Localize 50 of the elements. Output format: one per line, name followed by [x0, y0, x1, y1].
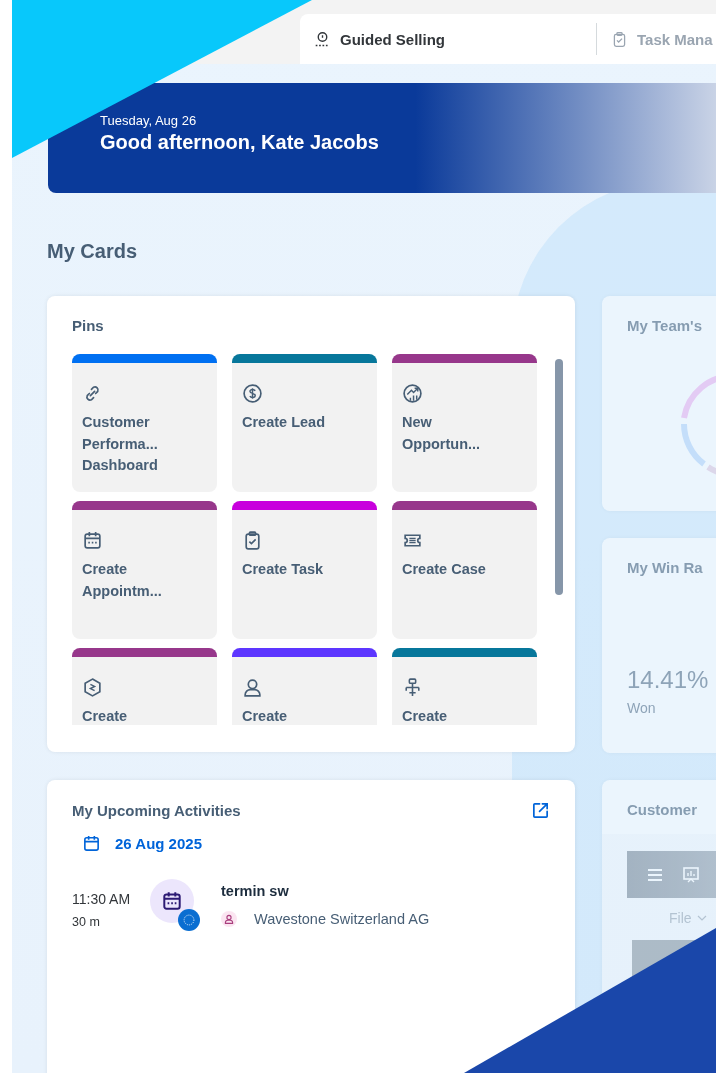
tab[interactable]: Guided Selling	[300, 30, 596, 48]
calendar-icon	[82, 834, 101, 853]
chevron-down-icon	[696, 913, 707, 923]
card-title: Customer	[627, 801, 698, 818]
pin-tile[interactable]: Create	[232, 648, 377, 725]
clipboard-icon	[611, 30, 628, 48]
pin-label: New Opportun...	[402, 413, 482, 454]
pin-tile[interactable]: Create Case	[392, 501, 537, 639]
presentation-icon[interactable]	[681, 864, 701, 885]
chart-circle-icon	[402, 383, 423, 404]
pin-label: Create	[82, 707, 129, 725]
external-link-icon[interactable]	[531, 801, 550, 820]
card-title: My Team's	[627, 317, 703, 334]
card-title: My Upcoming Activities	[72, 802, 241, 819]
section-title: My Cards	[47, 240, 139, 263]
pin-label: Create Case	[402, 560, 487, 579]
pin-label: Customer Performa... Dashboard	[82, 413, 159, 475]
pin-label: Create	[402, 707, 449, 725]
account-icon	[221, 911, 237, 927]
activity-title[interactable]: termin sw	[221, 883, 430, 899]
pin-label: Create Lead	[242, 413, 326, 432]
calendar-icon	[82, 530, 103, 551]
appointment-icon	[150, 879, 200, 931]
card-title: My Win Ra	[627, 559, 704, 576]
pin-tile[interactable]: New Opportun...	[392, 354, 537, 492]
person-icon	[242, 677, 263, 698]
banner-date: Tuesday, Aug 26	[100, 113, 198, 128]
pin-label: Create Appointm...	[82, 560, 163, 601]
dollar-icon	[242, 383, 263, 404]
pin-tile[interactable]: Create Lead	[232, 354, 377, 492]
pin-label: Create	[242, 707, 289, 725]
pin-label: Create Task	[242, 560, 325, 579]
activity-duration: 30 m	[72, 915, 101, 929]
win-rate-value: 14.41%	[627, 666, 710, 694]
pin-tile[interactable]: Create Appointm...	[72, 501, 217, 639]
pin-tile[interactable]: Create Task	[232, 501, 377, 639]
hexagon-icon	[82, 677, 103, 698]
pin-tile[interactable]: Create	[72, 648, 217, 725]
activity-time: 11:30 AM	[72, 891, 132, 907]
card-title: Pins	[72, 317, 105, 334]
activity-date[interactable]: 26 Aug 2025	[115, 835, 202, 852]
pin-tile[interactable]: Customer Performa... Dashboard	[72, 354, 217, 492]
org-chart-icon	[402, 677, 423, 698]
pin-icon	[314, 30, 331, 48]
pin-tile[interactable]: Create	[392, 648, 537, 725]
win-rate-caption: Won	[627, 700, 657, 716]
scrollbar-thumb[interactable]	[555, 359, 563, 595]
clipboard-check-icon	[242, 530, 263, 551]
account-name[interactable]: Wavestone Switzerland AG	[254, 911, 430, 927]
greeting-text: Good afternoon, Kate Jacobs	[100, 131, 380, 154]
